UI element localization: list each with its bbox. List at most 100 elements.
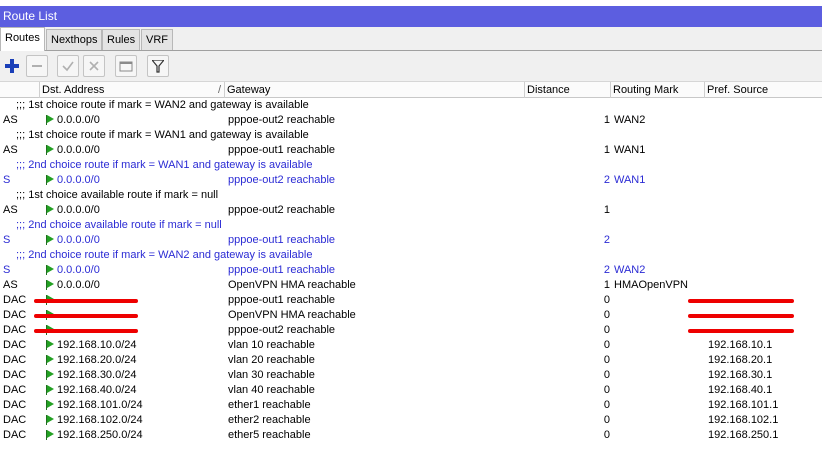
column-header-dst-address[interactable]: Dst. Address / <box>40 82 225 98</box>
table-header: Dst. Address / Gateway Distance Routing … <box>0 81 822 98</box>
gateway-cell: pppoe-out1 reachable <box>228 294 336 306</box>
pref-source-cell: 192.168.10.1 <box>708 339 773 351</box>
routing-mark-cell <box>614 413 704 428</box>
column-header-distance[interactable]: Distance <box>525 82 611 98</box>
route-table: ;;; 1st choice route if mark = WAN2 and … <box>0 98 822 443</box>
distance-cell: 2 <box>603 264 610 276</box>
comment-row[interactable]: ;;; 1st choice route if mark = WAN2 and … <box>0 98 822 113</box>
route-flag-icon <box>46 235 54 245</box>
table-row[interactable]: DAC 192.168.250.0/24 ether5 reachable 0 192.… <box>0 428 822 443</box>
routing-mark-cell <box>614 428 704 443</box>
redaction-mark <box>34 299 138 303</box>
routing-mark-cell: WAN2 <box>614 264 646 276</box>
column-header-gateway[interactable]: Gateway <box>225 82 525 98</box>
table-row[interactable]: DAC 192.168.102.0/24 ether2 reachable 0 192.… <box>0 413 822 428</box>
gateway-cell: pppoe-out1 reachable <box>228 234 336 246</box>
pref-source-cell <box>708 143 818 158</box>
column-header-dst-label: Dst. Address <box>42 84 105 96</box>
route-flag-icon <box>46 265 54 275</box>
route-flags: DAC <box>3 414 27 426</box>
route-flags: AS <box>3 114 18 126</box>
gateway-cell: pppoe-out1 reachable <box>228 144 336 156</box>
column-header-routing-mark[interactable]: Routing Mark <box>611 82 705 98</box>
gateway-cell: OpenVPN HMA reachable <box>228 279 356 291</box>
comment-row[interactable]: ;;; 2nd choice route if mark = WAN2 and … <box>0 248 822 263</box>
pref-source-cell: 192.168.101.1 <box>708 399 779 411</box>
gateway-cell: pppoe-out2 reachable <box>228 114 336 126</box>
table-row[interactable]: DAC OpenVPN HMA reachable 0 <box>0 308 822 323</box>
table-row[interactable]: AS 0.0.0.0/0 OpenVPN HMA reachable 1 HMAOpen… <box>0 278 822 293</box>
route-flags: DAC <box>3 429 27 441</box>
distance-cell: 2 <box>603 174 610 186</box>
add-button[interactable] <box>1 55 23 77</box>
route-flags: DAC <box>3 399 27 411</box>
column-header-pref-source[interactable]: Pref. Source <box>705 82 822 98</box>
route-flag-icon <box>46 355 54 365</box>
redaction-mark <box>688 329 794 333</box>
pref-source-cell: 192.168.102.1 <box>708 414 779 426</box>
dst-address-cell: 192.168.250.0/24 <box>46 428 226 443</box>
table-row[interactable]: DAC 192.168.101.0/24 ether1 reachable 0 192.… <box>0 398 822 413</box>
table-row[interactable]: AS 0.0.0.0/0 pppoe-out1 reachable 1 WAN1 <box>0 143 822 158</box>
distance-cell: 1 <box>603 144 610 156</box>
pref-source-cell: 192.168.40.1 <box>708 384 773 396</box>
comment-row[interactable]: ;;; 2nd choice route if mark = WAN1 and … <box>0 158 822 173</box>
table-row[interactable]: DAC 192.168.10.0/24 vlan 10 reachable 0 192.… <box>0 338 822 353</box>
dst-address: 192.168.40.0/24 <box>57 384 137 396</box>
distance-cell: 0 <box>603 309 610 321</box>
toolbar <box>0 51 822 81</box>
routing-mark-cell <box>614 353 704 368</box>
pref-source-cell <box>708 278 818 293</box>
distance-cell: 0 <box>603 369 610 381</box>
dst-address: 0.0.0.0/0 <box>57 234 100 246</box>
comment-row[interactable]: ;;; 1st choice route if mark = WAN1 and … <box>0 128 822 143</box>
table-row[interactable]: AS 0.0.0.0/0 pppoe-out2 reachable 1 WAN2 <box>0 113 822 128</box>
table-row[interactable]: DAC 192.168.40.0/24 vlan 40 reachable 0 192.… <box>0 383 822 398</box>
comment-button[interactable] <box>115 55 137 77</box>
dst-address: 0.0.0.0/0 <box>57 264 100 276</box>
comment-row[interactable]: ;;; 1st choice available route if mark =… <box>0 188 822 203</box>
comment-text: ;;; 2nd choice route if mark = WAN1 and … <box>16 159 313 171</box>
table-row[interactable]: AS 0.0.0.0/0 pppoe-out2 reachable 1 <box>0 203 822 218</box>
column-header-flags[interactable] <box>0 82 40 98</box>
redaction-mark <box>688 314 794 318</box>
disable-button[interactable] <box>83 55 105 77</box>
pref-source-cell: 192.168.20.1 <box>708 354 773 366</box>
table-row[interactable]: S 0.0.0.0/0 pppoe-out2 reachable 2 WAN1 <box>0 173 822 188</box>
tab-routes[interactable]: Routes <box>0 27 45 51</box>
redaction-mark <box>688 299 794 303</box>
route-flag-icon <box>46 175 54 185</box>
route-flag-icon <box>46 340 54 350</box>
gateway-cell: vlan 30 reachable <box>228 369 315 381</box>
table-row[interactable]: S 0.0.0.0/0 pppoe-out1 reachable 2 WAN2 <box>0 263 822 278</box>
remove-button[interactable] <box>26 55 48 77</box>
dst-address: 192.168.250.0/24 <box>57 429 143 441</box>
disable-icon <box>89 61 99 71</box>
tab-vrf[interactable]: VRF <box>141 29 173 50</box>
table-row[interactable]: DAC pppoe-out2 reachable 0 <box>0 323 822 338</box>
tab-nexthops[interactable]: Nexthops <box>46 29 103 50</box>
dst-address-cell: 0.0.0.0/0 <box>46 203 226 218</box>
table-row[interactable]: S 0.0.0.0/0 pppoe-out1 reachable 2 <box>0 233 822 248</box>
enable-button[interactable] <box>57 55 79 77</box>
pref-source-cell: 192.168.250.1 <box>708 429 779 441</box>
distance-cell: 0 <box>603 294 610 306</box>
table-row[interactable]: DAC 192.168.30.0/24 vlan 30 reachable 0 192.… <box>0 368 822 383</box>
distance-cell: 0 <box>603 399 610 411</box>
dst-address-cell: 192.168.30.0/24 <box>46 368 226 383</box>
dst-address-cell: 0.0.0.0/0 <box>46 173 226 188</box>
comment-row[interactable]: ;;; 2nd choice available route if mark =… <box>0 218 822 233</box>
filter-button[interactable] <box>147 55 169 77</box>
pref-source-cell <box>708 113 818 128</box>
gateway-cell: vlan 20 reachable <box>228 354 315 366</box>
dst-address: 192.168.10.0/24 <box>57 339 137 351</box>
dst-address-cell: 0.0.0.0/0 <box>46 143 226 158</box>
gateway-cell: pppoe-out2 reachable <box>228 324 336 336</box>
enable-icon <box>62 61 74 72</box>
gateway-cell: ether2 reachable <box>228 414 311 426</box>
table-row[interactable]: DAC pppoe-out1 reachable 0 <box>0 293 822 308</box>
distance-cell: 0 <box>603 354 610 366</box>
table-row[interactable]: DAC 192.168.20.0/24 vlan 20 reachable 0 192.… <box>0 353 822 368</box>
tab-rules[interactable]: Rules <box>102 29 141 50</box>
filter-icon <box>152 59 164 73</box>
